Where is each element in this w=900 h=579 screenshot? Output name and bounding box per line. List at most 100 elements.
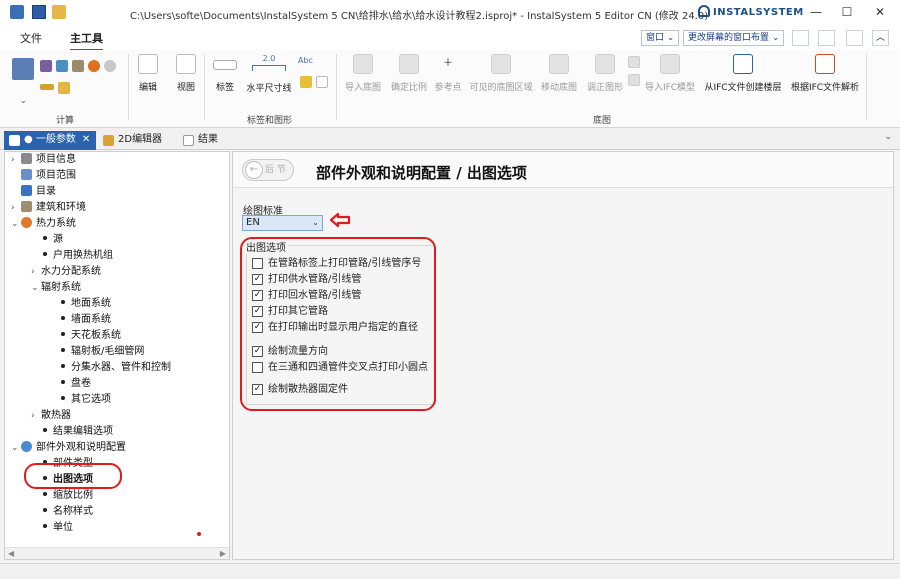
tree-item-heat-exchanger[interactable]: 户用换热机组 bbox=[43, 248, 113, 264]
magnifier-icon bbox=[176, 54, 196, 74]
ifc-parse-button[interactable]: 根据IFC文件解析 bbox=[788, 54, 862, 93]
expand-icon[interactable]: › bbox=[11, 152, 21, 168]
abc-text-button[interactable]: Abc bbox=[298, 56, 313, 65]
tab-main-tools[interactable]: 主工具 bbox=[70, 30, 103, 51]
screen-icon[interactable] bbox=[792, 30, 809, 46]
stack-icon[interactable] bbox=[818, 30, 835, 46]
scroll-left-icon[interactable]: ◀ bbox=[8, 548, 14, 559]
reference-point-button[interactable]: ＋ 参考点 bbox=[432, 54, 464, 93]
tree-item-name-style[interactable]: 名称样式 bbox=[43, 504, 93, 520]
expand-icon[interactable]: › bbox=[31, 264, 41, 280]
tree-item-catalog[interactable]: 目录 bbox=[21, 184, 56, 200]
tree-item-radiant[interactable]: ⌄ 辐射系统 bbox=[31, 280, 81, 296]
minimize-button[interactable]: — bbox=[808, 4, 824, 20]
tree-item-project-scope[interactable]: 项目范围 bbox=[21, 168, 76, 184]
tree-item-units[interactable]: 单位 bbox=[43, 520, 73, 536]
tree-item-coil[interactable]: 盘卷 bbox=[61, 376, 91, 392]
tab-file[interactable]: 文件 bbox=[20, 30, 42, 46]
close-button[interactable]: ✕ bbox=[872, 4, 888, 20]
bg-option-icon-2[interactable] bbox=[628, 74, 640, 86]
bullet-icon bbox=[61, 300, 65, 304]
help-icon[interactable] bbox=[846, 30, 863, 46]
tree-item-building[interactable]: › 建筑和环境 bbox=[11, 200, 86, 216]
collapse-icon[interactable]: ⌄ bbox=[11, 440, 21, 456]
ribbon: ⌄ 计算 编辑 视图 标签 2.0 水平尺寸线 Abc 标签和图形 导入底图 确… bbox=[0, 50, 900, 128]
ifc-create-floors-button[interactable]: 从IFC文件创建楼层 bbox=[702, 54, 784, 93]
document-tab-bar: ● 一般参数 ✕ 2D编辑器 结果 bbox=[0, 128, 900, 150]
tree-item-project-info[interactable]: › 项目信息 bbox=[11, 152, 76, 168]
tree-item-hydraulic[interactable]: › 水力分配系统 bbox=[31, 264, 101, 280]
save-icon[interactable] bbox=[32, 5, 46, 19]
calc-dropdown-icon[interactable]: ⌄ bbox=[20, 96, 27, 105]
tab-results[interactable]: 结果 bbox=[178, 131, 224, 150]
dimension-value: 2.0 bbox=[262, 54, 276, 63]
import-background-button[interactable]: 导入底图 bbox=[342, 54, 384, 93]
scissors-icon bbox=[138, 54, 158, 74]
chevron-down-icon: ⌄ bbox=[312, 218, 319, 227]
tree-item-heating[interactable]: ⌄ 热力系统 bbox=[11, 216, 76, 232]
calc-icon-4[interactable] bbox=[40, 84, 54, 90]
ribbon-collapse-icon[interactable]: ︿ bbox=[872, 30, 889, 46]
annotation-ring-tree bbox=[24, 463, 122, 489]
tree-label: 热力系统 bbox=[36, 218, 76, 229]
dimension-button[interactable]: 2.0 水平尺寸线 bbox=[246, 54, 292, 94]
app-icon[interactable] bbox=[10, 5, 24, 19]
visible-area-button[interactable]: 可见的底图区域 bbox=[468, 54, 534, 93]
expand-icon[interactable]: › bbox=[11, 200, 21, 216]
layout-dropdown[interactable]: 更改屏幕的窗口布置 ⌄ bbox=[683, 30, 785, 46]
expand-icon[interactable]: › bbox=[31, 408, 41, 424]
calc-icon-5[interactable] bbox=[58, 82, 70, 94]
calc-table-icon[interactable] bbox=[12, 58, 34, 80]
bullet-icon bbox=[43, 252, 47, 256]
adjust-figure-button[interactable]: 调正图形 bbox=[584, 54, 626, 93]
tree-label: 源 bbox=[53, 234, 63, 245]
scroll-right-icon[interactable]: ▶ bbox=[220, 548, 226, 559]
back-button[interactable]: ← 后 节 bbox=[242, 159, 294, 181]
scale-button[interactable]: 确定比例 bbox=[388, 54, 430, 93]
tab-results-label: 结果 bbox=[198, 134, 218, 145]
dimension-icon bbox=[252, 65, 286, 71]
panel-dropdown-icon[interactable]: ⌄ bbox=[884, 132, 892, 142]
tree-item-zoom[interactable]: 缩放比例 bbox=[43, 488, 93, 504]
calc-icon-1[interactable] bbox=[40, 60, 52, 72]
adjust-icon bbox=[595, 54, 615, 74]
tree-item-manifold[interactable]: 分集水器、管件和控制 bbox=[61, 360, 171, 376]
tree-label: 目录 bbox=[36, 186, 56, 197]
tab-general-params[interactable]: ● 一般参数 ✕ bbox=[4, 131, 97, 150]
tree-item-result-edit[interactable]: 结果编辑选项 bbox=[43, 424, 113, 440]
calc-drop-icon-2[interactable] bbox=[104, 60, 116, 72]
edit-button[interactable]: 编辑 bbox=[134, 54, 162, 93]
calc-icon-2[interactable] bbox=[56, 60, 68, 72]
move-background-button[interactable]: 移动底图 bbox=[538, 54, 580, 93]
collapse-icon[interactable]: ⌄ bbox=[11, 216, 21, 232]
tree-item-appearance[interactable]: ⌄ 部件外观和说明配置 bbox=[11, 440, 126, 456]
tab-2d-editor[interactable]: 2D编辑器 bbox=[98, 131, 168, 150]
group-bottom-label: 底图 bbox=[593, 116, 612, 126]
tree-item-wall[interactable]: 墙面系统 bbox=[61, 312, 111, 328]
drawing-standard-select[interactable]: EN ⌄ bbox=[242, 215, 323, 231]
close-tab-icon[interactable]: ✕ bbox=[82, 134, 90, 145]
tree-item-ceiling[interactable]: 天花板系统 bbox=[61, 328, 121, 344]
view-button[interactable]: 视图 bbox=[172, 54, 200, 93]
content-header: ← 后 节 部件外观和说明配置 / 出图选项 bbox=[233, 152, 893, 188]
window-dropdown[interactable]: 窗口 ⌄ bbox=[641, 30, 680, 46]
tree-item-floor[interactable]: 地面系统 bbox=[61, 296, 111, 312]
ribbon-tab-bar: 文件 主工具 窗口 ⌄ 更改屏幕的窗口布置 ⌄ ︿ bbox=[0, 26, 900, 51]
import-ifc-button[interactable]: 导入IFC模型 bbox=[644, 54, 696, 93]
tree-horizontal-scrollbar[interactable]: ◀ ▶ bbox=[5, 547, 229, 559]
tree-item-other-options[interactable]: 其它选项 bbox=[61, 392, 111, 408]
calc-icon-3[interactable] bbox=[72, 60, 84, 72]
note-icon[interactable] bbox=[300, 76, 312, 88]
open-folder-icon[interactable] bbox=[52, 5, 66, 19]
tree-item-source[interactable]: 源 bbox=[43, 232, 63, 248]
tree-item-radiant-panel[interactable]: 辐射板/毛细管网 bbox=[61, 344, 144, 360]
import-ifc-icon bbox=[660, 54, 680, 74]
bg-option-icon-1[interactable] bbox=[628, 56, 640, 68]
label-button[interactable]: 标签 bbox=[212, 54, 238, 93]
frame-icon[interactable] bbox=[316, 76, 328, 88]
visible-area-icon bbox=[491, 54, 511, 74]
tree-item-radiator[interactable]: › 散热器 bbox=[31, 408, 71, 424]
maximize-button[interactable]: ☐ bbox=[839, 4, 855, 20]
collapse-icon[interactable]: ⌄ bbox=[31, 280, 41, 296]
calc-drop-icon-1[interactable] bbox=[88, 60, 100, 72]
